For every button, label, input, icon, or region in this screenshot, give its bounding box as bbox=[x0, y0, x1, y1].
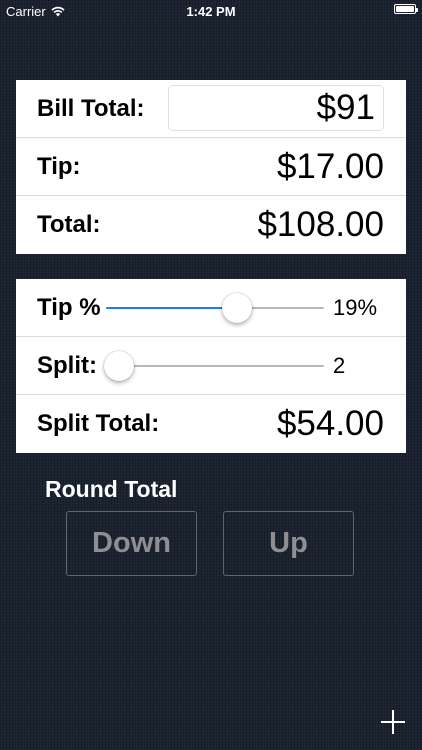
battery-icon bbox=[394, 4, 418, 14]
round-total-title: Round Total bbox=[45, 476, 178, 502]
slider-track bbox=[106, 365, 324, 367]
tip-percent-label: Tip % bbox=[37, 294, 101, 321]
bill-total-row: Bill Total: bbox=[16, 80, 406, 138]
split-total-row: Split Total: $54.00 bbox=[16, 395, 406, 453]
tip-row: Tip: $17.00 bbox=[16, 138, 406, 196]
status-time: 1:42 PM bbox=[186, 4, 236, 19]
status-bar: Carrier 1:42 PM bbox=[0, 0, 422, 22]
tip-percent-value: 19% bbox=[333, 295, 378, 320]
controls-card: Tip % 19% Split: 2 Split Total: $54.00 bbox=[16, 279, 406, 453]
total-label: Total: bbox=[37, 211, 101, 238]
split-value: 2 bbox=[333, 353, 346, 378]
round-up-button[interactable]: Up bbox=[223, 511, 354, 576]
tip-label: Tip: bbox=[37, 153, 81, 180]
tip-percent-slider[interactable] bbox=[106, 279, 324, 337]
total-row: Total: $108.00 bbox=[16, 196, 406, 254]
round-down-button[interactable]: Down bbox=[66, 511, 197, 576]
bill-total-label: Bill Total: bbox=[37, 95, 145, 122]
split-row: Split: 2 bbox=[16, 337, 406, 395]
summary-card: Bill Total: Tip: $17.00 Total: $108.00 bbox=[16, 80, 406, 254]
total-value: $108.00 bbox=[257, 205, 384, 244]
slider-thumb[interactable] bbox=[222, 293, 252, 323]
slider-thumb[interactable] bbox=[104, 351, 134, 381]
split-slider[interactable] bbox=[104, 337, 324, 395]
plus-icon[interactable] bbox=[379, 708, 407, 736]
split-label: Split: bbox=[37, 352, 97, 379]
tip-percent-row: Tip % 19% bbox=[16, 279, 406, 337]
status-right bbox=[394, 4, 418, 14]
tip-value: $17.00 bbox=[276, 147, 384, 186]
slider-fill bbox=[106, 307, 237, 309]
bill-total-input[interactable] bbox=[168, 85, 384, 131]
split-total-label: Split Total: bbox=[37, 410, 160, 437]
split-total-value: $54.00 bbox=[276, 404, 384, 443]
